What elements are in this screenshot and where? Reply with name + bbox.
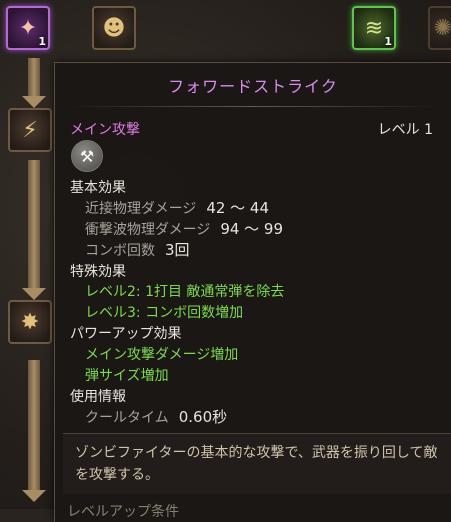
- skill-name: フォワードストライク: [168, 77, 338, 96]
- combo-count-label: コンボ回数: [85, 243, 155, 259]
- skill-level: レベル 1: [377, 122, 433, 138]
- shockwave-damage-row: 衝撃波物理ダメージ 94 ～ 99: [85, 218, 283, 239]
- gear-icon: ✺: [433, 15, 451, 41]
- skill-slot-locked[interactable]: ☻: [92, 6, 136, 50]
- cooldown-label: クールタイム: [85, 410, 169, 426]
- skill-slot-tier2[interactable]: ⚡: [8, 108, 52, 152]
- skill-level-badge: 1: [38, 35, 46, 48]
- lightning-icon: ⚡: [22, 117, 38, 143]
- section-usage-info: 使用情報: [70, 389, 126, 405]
- tree-arrow: [22, 288, 46, 300]
- powerup-effect-line: 弾サイズ増加: [85, 368, 169, 384]
- skill-slot-shockwave[interactable]: ≋ 1: [352, 6, 396, 50]
- tree-connector: [28, 160, 40, 290]
- powerup-effect-line: メイン攻撃ダメージ増加: [85, 347, 239, 363]
- hammer-icon: ⚒: [71, 140, 103, 172]
- tree-connector: [28, 58, 40, 98]
- skill-slot-forward-strike[interactable]: ✦ 1: [6, 6, 50, 50]
- section-powerup-effect: パワーアップ効果: [70, 326, 182, 342]
- skill-slot-tier3[interactable]: ✸: [8, 300, 52, 344]
- combo-count-row: コンボ回数 3回: [85, 239, 190, 260]
- melee-damage-row: 近接物理ダメージ 42 ～ 44: [85, 197, 269, 218]
- cooldown-row: クールタイム 0.60秒: [85, 406, 227, 427]
- skill-slot-partial[interactable]: ✺: [428, 6, 451, 50]
- skill-description: ゾンビファイターの基本的な攻撃で、武器を振り回して敵を攻撃する。: [75, 445, 438, 483]
- levelup-conditions-heading: レベルアップ条件: [67, 504, 179, 520]
- cooldown-value: 0.60秒: [178, 408, 228, 426]
- combo-count-value: 3回: [165, 241, 190, 259]
- melee-damage-label: 近接物理ダメージ: [85, 201, 197, 217]
- section-base-effect: 基本効果: [70, 180, 126, 196]
- description-box: ゾンビファイターの基本的な攻撃で、武器を振り回して敵を攻撃する。: [63, 433, 451, 494]
- special-effect-line: レベル2: 1打目 敵通常弾を除去: [85, 284, 285, 300]
- skill-level-badge: 1: [384, 35, 392, 48]
- special-effect-line: レベル3: コンボ回数増加: [85, 305, 244, 321]
- shockwave-damage-value: 94 ～ 99: [220, 220, 284, 238]
- spike-icon: ✸: [20, 309, 40, 335]
- melee-damage-value: 42 ～ 44: [206, 199, 270, 217]
- tree-arrow: [22, 96, 46, 108]
- skill-type: メイン攻撃: [70, 122, 140, 138]
- skill-tooltip: フォワードストライク メイン攻撃 レベル 1 ⚒ 基本効果 近接物理ダメージ 42…: [54, 62, 451, 522]
- title-divider: [67, 106, 439, 107]
- tree-connector: [28, 360, 40, 490]
- skull-icon: ☻: [102, 15, 126, 41]
- tree-arrow: [22, 490, 46, 502]
- shockwave-damage-label: 衝撃波物理ダメージ: [85, 222, 211, 238]
- section-special-effect: 特殊効果: [70, 264, 126, 280]
